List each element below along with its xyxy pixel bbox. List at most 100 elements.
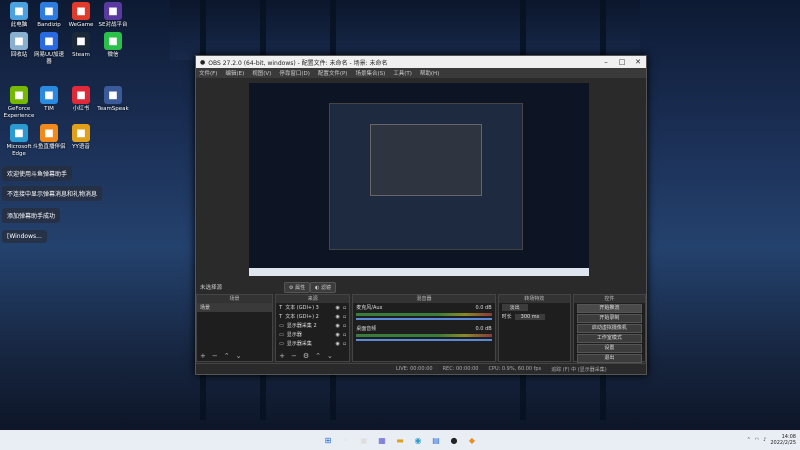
control-button[interactable]: 退出	[576, 354, 642, 363]
desktop-audio-meter	[356, 334, 492, 337]
chevron-up-icon[interactable]: ⌃	[747, 437, 751, 443]
desktop-icon-label: 网易UU加速器	[33, 52, 65, 65]
clock[interactable]: 14:08 2022/2/25	[770, 434, 796, 446]
source-label: 显示器采集	[286, 341, 312, 347]
wegame-icon: ■	[72, 2, 90, 20]
down-icon[interactable]: ⌄	[236, 352, 242, 360]
properties-label: 属性	[295, 285, 306, 291]
control-button[interactable]: 启动虚拟摄像机	[576, 324, 642, 333]
eye-icon[interactable]: ◉	[336, 305, 340, 311]
desktop-icon[interactable]: ■ Microsoft Edge	[2, 124, 36, 158]
teamspeak-icon: ■	[104, 86, 122, 104]
text-source-icon: T	[279, 313, 283, 320]
obs-titlebar[interactable]: ● OBS 27.2.0 (64-bit, windows) - 配置文件: 未…	[196, 56, 646, 68]
desktop-icon[interactable]: ■ 回收站	[2, 32, 36, 59]
source-item[interactable]: T 文本 (GDI+) 3 ◉ ▫	[276, 303, 349, 312]
desktop-icon[interactable]: ■ GeForce Experience	[2, 86, 36, 120]
volume-icon[interactable]: ♪	[763, 437, 766, 443]
scene-item[interactable]: 场景	[197, 303, 273, 312]
up-icon[interactable]: ⌃	[315, 352, 321, 360]
widgets-icon[interactable]: ▦	[377, 435, 388, 446]
desktop-icon[interactable]: ■ WeGame	[64, 2, 98, 29]
lock-icon[interactable]: ▫	[343, 314, 346, 320]
eye-icon[interactable]: ◉	[336, 332, 340, 338]
control-button[interactable]: 工作室模式	[576, 334, 642, 343]
tim-icon: ■	[40, 86, 58, 104]
desktop-icon[interactable]: ■ TIM	[32, 86, 66, 113]
close-button[interactable]: ✕	[630, 58, 646, 66]
source-item[interactable]: ▭ 显示器采集 2 ◉ ▫	[276, 321, 349, 330]
desktop-icon[interactable]: ■ YY语音	[64, 124, 98, 151]
edge-icon[interactable]: ◉	[413, 435, 424, 446]
filters-button[interactable]: ◐ 滤镜	[310, 282, 336, 293]
lock-icon[interactable]: ▫	[343, 323, 346, 329]
search-icon[interactable]: ⌕	[341, 435, 352, 446]
remove-icon[interactable]: −	[291, 352, 297, 360]
add-icon[interactable]: +	[200, 352, 206, 360]
menu-item[interactable]: 文件(F)	[199, 69, 217, 77]
eye-icon[interactable]: ◉	[336, 341, 340, 347]
gear-icon[interactable]: ⚙	[303, 352, 309, 360]
down-icon[interactable]: ⌄	[327, 352, 333, 360]
menu-item[interactable]: 停靠窗口(D)	[279, 69, 310, 77]
clock-date: 2022/2/25	[770, 440, 796, 446]
obs-taskbar-icon[interactable]: ●	[449, 435, 460, 446]
menu-item[interactable]: 场景集合(S)	[355, 69, 385, 77]
maximize-button[interactable]: □	[614, 58, 630, 66]
desktop-icon[interactable]: ■ 网易UU加速器	[32, 32, 66, 66]
desktop-icon[interactable]: ■ 此电脑	[2, 2, 36, 29]
desktop-icon-label: 斗鱼直播伴侣	[32, 144, 66, 150]
desktop-icon-label: Bandizip	[37, 22, 61, 28]
notification-toast[interactable]: 添加弹幕助手成功	[2, 208, 61, 223]
desktop-icon[interactable]: ■ 小红书	[64, 86, 98, 113]
menu-item[interactable]: 工具(T)	[393, 69, 412, 77]
lock-icon[interactable]: ▫	[343, 305, 346, 311]
desktop-icon[interactable]: ■ SE对战平台	[96, 2, 130, 29]
eye-icon[interactable]: ◉	[336, 314, 340, 320]
control-button[interactable]: 开始推流	[576, 304, 642, 313]
up-icon[interactable]: ⌃	[224, 352, 230, 360]
menu-item[interactable]: 配置文件(P)	[318, 69, 348, 77]
minimize-button[interactable]: –	[598, 58, 614, 66]
source-item[interactable]: ▭ 显示器 ◉ ▫	[276, 330, 349, 339]
eye-icon[interactable]: ◉	[336, 323, 340, 329]
desktop-icon[interactable]: ■ Steam	[64, 32, 98, 59]
lock-icon[interactable]: ▫	[343, 332, 346, 338]
desktop-icon[interactable]: ■ 微信	[96, 32, 130, 59]
menu-item[interactable]: 视图(V)	[252, 69, 271, 77]
notification-toast[interactable]: 欢迎使用斗鱼弹幕助手	[2, 166, 73, 181]
remove-icon[interactable]: −	[212, 352, 218, 360]
desktop-icon-label: TIM	[44, 106, 54, 112]
properties-button[interactable]: ⚙ 属性	[284, 282, 311, 293]
uu-accelerator-icon: ■	[40, 32, 58, 50]
control-button[interactable]: 设置	[576, 344, 642, 353]
source-item[interactable]: ▭ 显示器采集 ◉ ▫	[276, 339, 349, 348]
store-icon[interactable]: ▤	[431, 435, 442, 446]
text-source-icon: T	[279, 304, 283, 311]
mic-volume-slider[interactable]	[356, 318, 492, 320]
desktop-icon-label: 回收站	[10, 52, 28, 58]
notification-toast[interactable]: [Windows...	[2, 230, 47, 243]
desktop-icon[interactable]: ■ 斗鱼直播伴侣	[32, 124, 66, 151]
file-explorer-icon[interactable]: ▬	[395, 435, 406, 446]
desktop-icon[interactable]: ■ Bandizip	[32, 2, 66, 29]
start-icon[interactable]: ⊞	[323, 435, 334, 446]
rec-timer: REC: 00:00:00	[442, 366, 479, 372]
desktop-icon[interactable]: ■ TeamSpeak	[96, 86, 130, 113]
notification-toast[interactable]: 不连接中显示弹幕消息和礼物消息	[2, 186, 103, 201]
network-icon[interactable]: ◠	[755, 437, 759, 443]
docks: 场景 场景 + − ⌃ ⌄ 来源 T 文本 (GDI+) 3 ◉ ▫ T 文本 (GDI+) …	[196, 294, 646, 363]
desktop-volume-slider[interactable]	[356, 339, 492, 341]
source-item[interactable]: T 文本 (GDI+) 2 ◉ ▫	[276, 312, 349, 321]
control-button[interactable]: 开始录制	[576, 314, 642, 323]
preview-canvas[interactable]	[249, 83, 589, 276]
menu-item[interactable]: 帮助(H)	[420, 69, 439, 77]
duration-input[interactable]: 300 ms	[514, 313, 546, 320]
lock-icon[interactable]: ▫	[343, 341, 346, 347]
controls-header: 控件	[573, 295, 645, 303]
transition-select[interactable]: 淡出	[499, 303, 570, 312]
menu-item[interactable]: 编辑(E)	[225, 69, 244, 77]
douyu-taskbar-icon[interactable]: ◆	[467, 435, 478, 446]
add-icon[interactable]: +	[279, 352, 285, 360]
task-view-icon[interactable]: ▣	[359, 435, 370, 446]
